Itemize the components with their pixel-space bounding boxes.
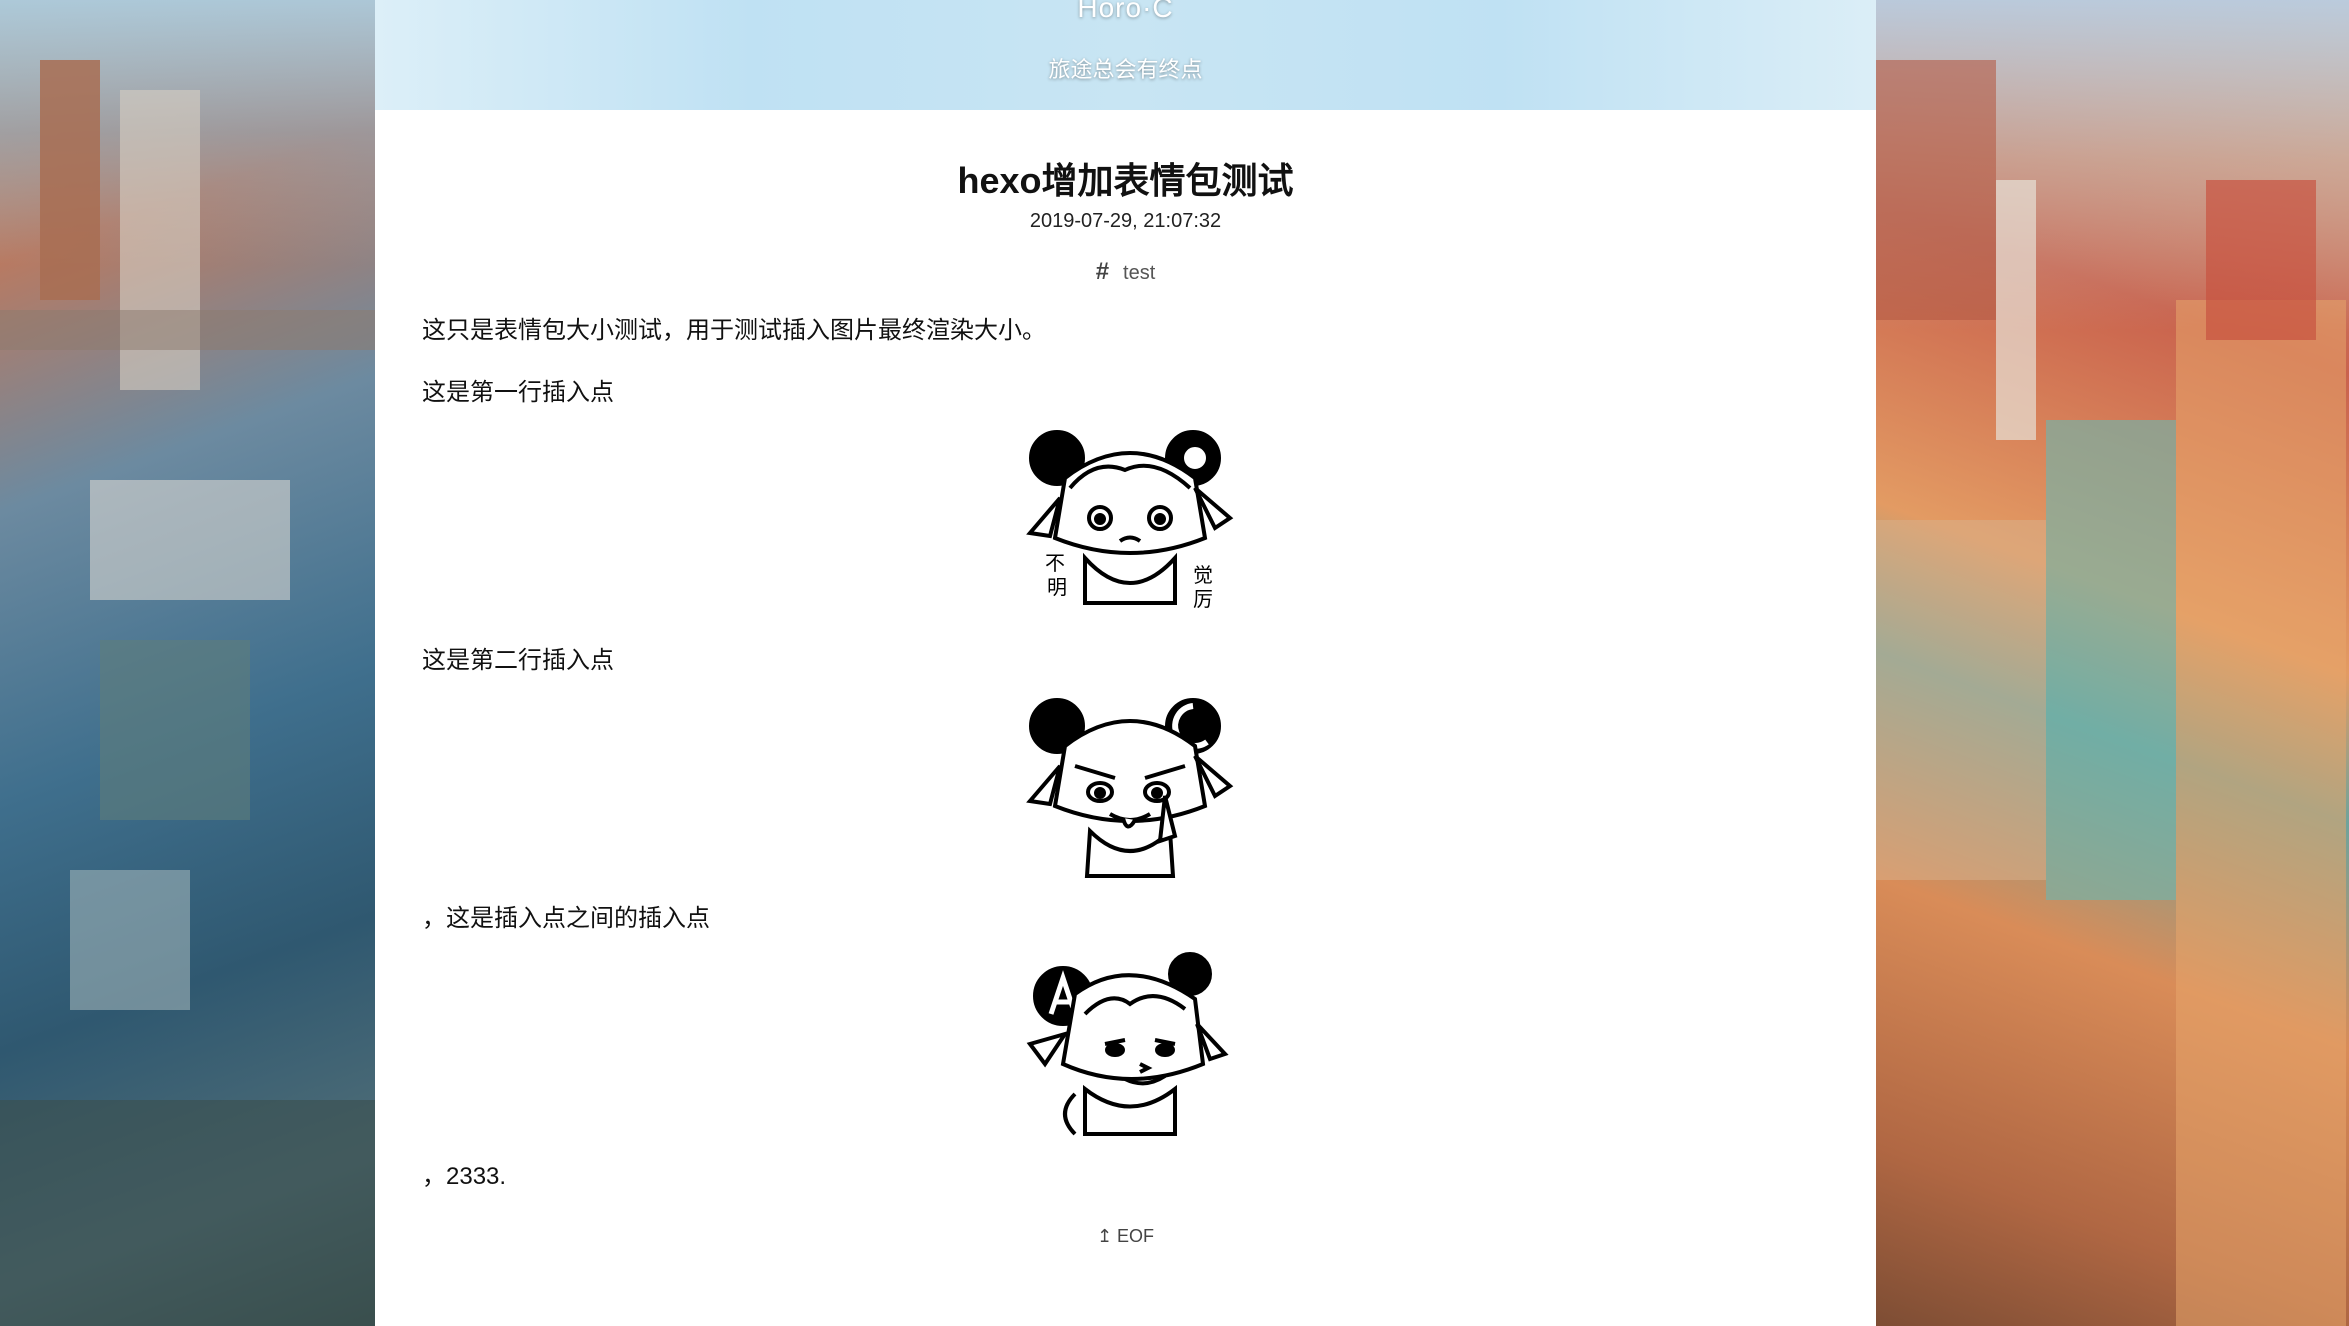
sticker-text: 不 [1045,551,1065,575]
post-paragraph: ，这是插入点之间的插入点 [422,905,710,932]
post-panel: Horo·C 旅途总会有终点 hexo增加表情包测试 2019-07-29, 2… [375,0,1876,1326]
hash-icon: # [1095,258,1110,285]
sticker-image-2 [1026,698,1234,878]
sticker-text: 觉 [1193,563,1213,587]
sticker-image-3 [1026,952,1229,1136]
post-paragraph: 这是第二行插入点 [422,647,614,674]
post-paragraph: 这是第一行插入点 [422,379,614,406]
post-title: hexo增加表情包测试 [957,160,1294,201]
background-scenery-left [0,0,375,1326]
site-header: Horo·C 旅途总会有终点 [375,0,1876,110]
site-subtitle: 旅途总会有终点 [1048,57,1203,82]
post-tags: # test [375,258,1876,286]
tag-link-test[interactable]: test [1123,262,1155,284]
site-title[interactable]: Horo·C [375,0,1876,24]
post-paragraph: ，2333. [422,1163,507,1190]
post-date: 2019-07-29, 21:07:32 [1029,210,1222,232]
background-scenery-right [1876,0,2349,1326]
sticker-text: 厉 [1193,587,1213,611]
post-paragraph: 这只是表情包大小测试，用于测试插入图片最终渲染大小。 [422,317,1046,344]
eof-marker: ↥ EOF [1096,1226,1155,1246]
sticker-image-1: 不 明 觉 厉 [1026,430,1234,611]
sticker-text: 明 [1047,575,1067,599]
